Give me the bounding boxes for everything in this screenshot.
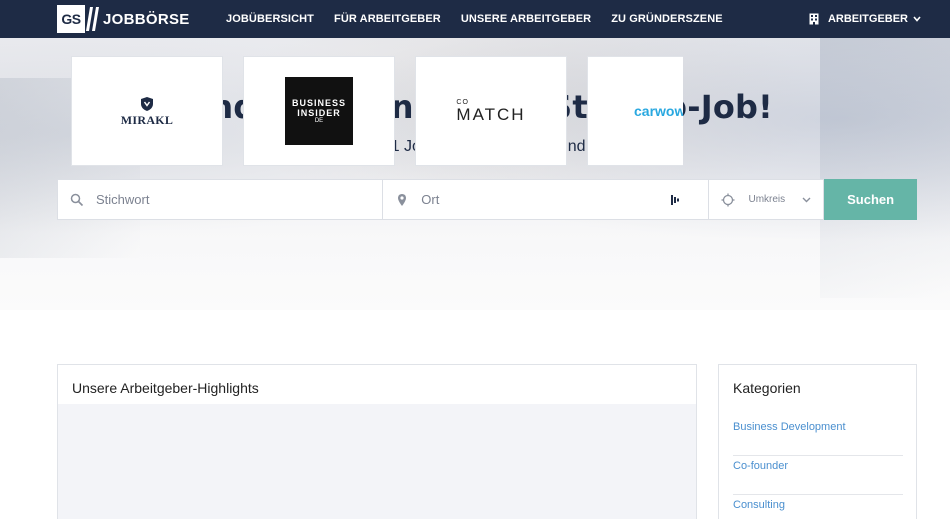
highlights-title: Unsere Arbeitgeber-Highlights [72,380,259,396]
category-label: Co-founder [733,460,789,472]
search-button[interactable]: Suchen [824,179,917,220]
business-insider-logo: BUSINESS INSIDER DE [285,77,353,145]
categories-title: Kategorien [733,380,801,396]
logo-gs-box: GS [57,5,85,33]
job-search-form: Umkreis Suchen [57,179,917,220]
nav-link-our-employers[interactable]: UNSERE ARBEITGEBER [461,13,591,25]
category-label: Business Development [733,421,846,433]
hero-background-image [820,38,950,298]
building-icon [809,13,819,25]
nav-link-gruenderszene[interactable]: ZU GRÜNDERSZENE [611,13,723,25]
chevron-down-icon [802,197,811,203]
bi-logo-line2: INSIDER [297,107,341,118]
bi-logo-line3: DE [314,117,324,124]
category-consulting[interactable]: Consulting [733,495,903,519]
mirakl-logo-text: MIRAKL [120,113,174,127]
radius-label: Umkreis [748,194,786,205]
carwow-logo-text: carwow [634,103,683,119]
comatch-logo-text: MATCH [456,104,526,124]
employer-highlights-panel: Unsere Arbeitgeber-Highlights [57,364,697,519]
mirakl-shield-icon [141,97,153,111]
highlights-carousel [58,404,696,519]
radius-select[interactable]: Umkreis [709,179,825,220]
employer-card-mirakl[interactable]: MIRAKL [71,56,223,166]
nav-link-for-employers[interactable]: FÜR ARBEITGEBER [334,13,441,25]
search-icon [70,193,84,206]
category-business-development[interactable]: Business Development [733,417,903,456]
category-label: Consulting [733,499,785,511]
employer-card-business-insider[interactable]: BUSINESS INSIDER DE [243,56,395,166]
keyword-field [57,179,384,220]
location-pin-icon [398,193,407,206]
category-co-founder[interactable]: Co-founder [733,456,903,495]
site-logo[interactable]: GS JOBBÖRSE [57,5,190,33]
mirakl-logo: MIRAKL [121,96,173,128]
locate-me-icon[interactable] [670,194,680,206]
top-navbar: GS JOBBÖRSE JOBÜBERSICHT FÜR ARBEITGEBER… [0,0,950,38]
chevron-down-icon [913,16,921,22]
employer-dropdown[interactable]: ARBEITGEBER [809,0,921,38]
employer-card-carwow[interactable]: carwow [587,56,683,166]
employer-card-comatch[interactable]: CO MATCH [415,56,567,166]
categories-panel: Kategorien Business Development Co-found… [718,364,917,519]
location-input[interactable] [421,192,622,207]
logo-text: JOBBÖRSE [103,10,190,28]
logo-slashes-icon [86,7,99,31]
main-nav: JOBÜBERSICHT FÜR ARBEITGEBER UNSERE ARBE… [226,0,743,38]
crosshair-icon [721,193,735,206]
comatch-logo: CO MATCH [456,99,525,124]
nav-link-jobs[interactable]: JOBÜBERSICHT [226,13,314,25]
location-field [383,179,710,220]
bi-logo-line1: BUSINESS [291,97,346,108]
employer-label: ARBEITGEBER [827,13,908,25]
keyword-input[interactable] [96,192,296,207]
